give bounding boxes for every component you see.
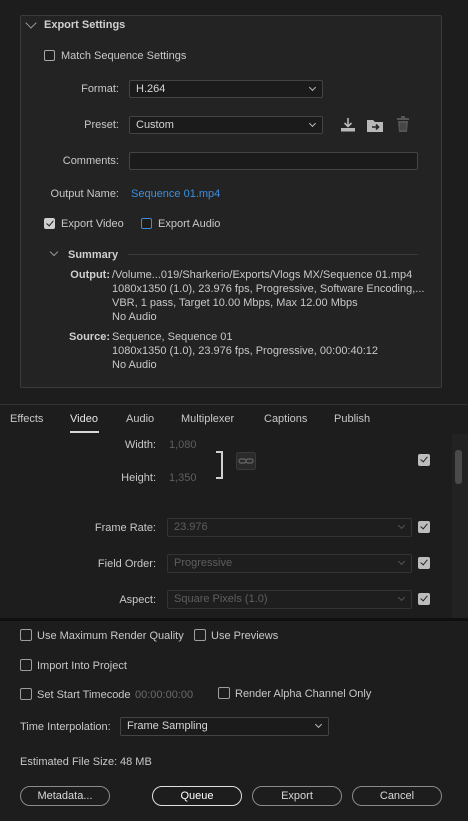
field-order-value: Progressive [174,557,233,569]
start-timecode-value[interactable]: 00:00:00:00 [135,689,193,701]
output-name-label: Output Name: [50,188,119,200]
aspect-override-checkbox[interactable] [418,593,430,605]
chevron-down-icon [308,119,317,128]
summary-output-line: 1080x1350 (1.0), 23.976 fps, Progressive… [112,283,425,295]
field-order-override-checkbox[interactable] [418,557,430,569]
summary-output-line: No Audio [112,311,157,323]
estimated-size-value: 48 MB [120,756,152,768]
use-previews-label: Use Previews [211,630,279,642]
tab-effects[interactable]: Effects [10,413,43,425]
summary-output-line: VBR, 1 pass, Target 10.00 Mbps, Max 12.0… [112,297,358,309]
chevron-down-icon [397,521,406,530]
height-label: Height: [121,472,156,484]
tab-publish[interactable]: Publish [334,413,370,425]
tab-video[interactable]: Video [70,413,98,425]
aspect-value: Square Pixels (1.0) [174,593,268,605]
export-video-checkbox[interactable] [44,218,55,229]
export-video-label: Export Video [61,218,124,230]
max-render-quality-checkbox[interactable] [20,629,32,641]
summary-source-line: 1080x1350 (1.0), 23.976 fps, Progressive… [112,345,379,357]
import-preset-icon[interactable] [366,117,386,133]
aspect-select[interactable]: Square Pixels (1.0) [167,590,412,609]
metadata-button[interactable]: Metadata... [20,786,110,806]
render-alpha-label: Render Alpha Channel Only [235,688,372,700]
frame-rate-value: 23.976 [174,521,208,533]
summary-source-line: No Audio [112,359,157,371]
save-preset-icon[interactable] [339,117,357,133]
export-audio-checkbox[interactable] [141,218,152,229]
queue-button[interactable]: Queue [152,786,242,806]
summary-source-label: Source: [69,331,110,343]
width-value: 1,080 [169,439,197,451]
frame-rate-label: Frame Rate: [94,522,156,534]
comments-label: Comments: [62,155,119,167]
export-settings-title: Export Settings [44,19,126,31]
use-previews-checkbox[interactable] [194,629,206,641]
time-interpolation-select[interactable]: Frame Sampling [120,717,329,736]
section-divider [0,618,468,621]
summary-divider [128,254,418,255]
import-into-project-checkbox[interactable] [20,659,32,671]
preset-select[interactable]: Custom [129,116,323,134]
import-into-project-label: Import Into Project [37,660,127,672]
format-select[interactable]: H.264 [129,80,323,98]
match-sequence-checkbox[interactable] [44,50,55,61]
set-start-timecode-label: Set Start Timecode [37,689,131,701]
width-label: Width: [124,439,156,451]
comments-field[interactable] [129,152,418,170]
export-audio-label: Export Audio [158,218,221,230]
summary-source-line: Sequence, Sequence 01 [112,331,233,343]
dimension-override-checkbox[interactable] [418,454,430,466]
summary-title: Summary [68,249,119,261]
time-interpolation-label: Time Interpolation: [20,721,111,733]
tab-audio[interactable]: Audio [126,413,154,425]
format-label: Format: [81,83,119,95]
preset-label: Preset: [84,119,119,131]
max-render-quality-label: Use Maximum Render Quality [37,630,184,642]
preset-value: Custom [136,119,174,131]
tab-multiplexer[interactable]: Multiplexer [181,413,234,425]
aspect-label: Aspect: [119,594,156,606]
field-order-select[interactable]: Progressive [167,554,412,573]
summary-output-label: Output: [70,269,110,281]
chevron-down-icon [314,720,323,729]
scrollbar-thumb[interactable] [455,450,462,484]
chevron-down-icon [397,593,406,602]
tabs-divider [0,404,468,405]
cancel-button[interactable]: Cancel [352,786,442,806]
format-value: H.264 [136,83,166,95]
match-sequence-label: Match Sequence Settings [61,50,187,62]
tab-captions[interactable]: Captions [264,413,307,425]
time-interpolation-value: Frame Sampling [127,720,208,732]
summary-output-line: /Volume...019/Sharkerio/Exports/Vlogs MX… [112,269,413,281]
dimension-bracket-icon [216,451,223,479]
height-value: 1,350 [169,472,197,484]
export-button[interactable]: Export [252,786,342,806]
set-start-timecode-checkbox[interactable] [20,688,32,700]
render-alpha-checkbox[interactable] [218,687,230,699]
frame-rate-override-checkbox[interactable] [418,521,430,533]
tab-video-underline [70,431,99,433]
estimated-size-label: Estimated File Size: [20,756,118,768]
field-order-label: Field Order: [97,558,156,570]
chevron-down-icon [397,557,406,566]
chevron-down-icon [308,83,317,92]
frame-rate-select[interactable]: 23.976 [167,518,412,537]
output-name-link[interactable]: Sequence 01.mp4 [131,188,220,200]
delete-preset-icon[interactable] [395,116,411,133]
link-chain-icon[interactable] [236,452,256,470]
